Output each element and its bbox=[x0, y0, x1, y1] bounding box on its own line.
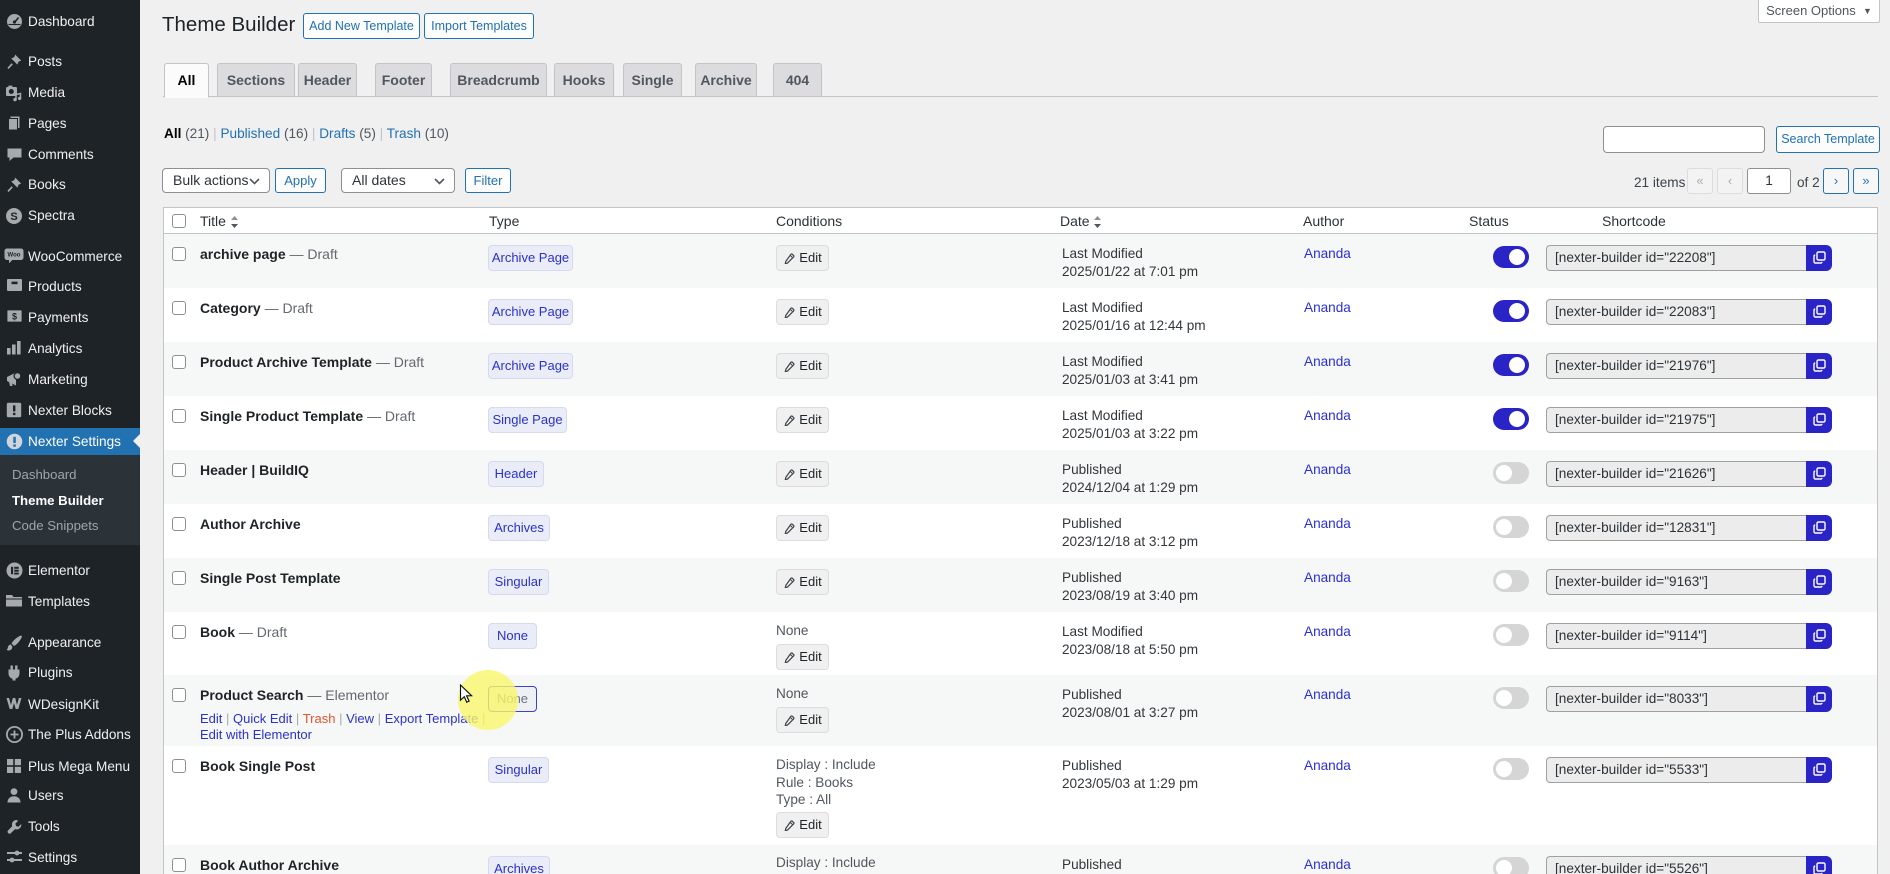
svg-text:S: S bbox=[10, 211, 17, 223]
svg-text:Woo: Woo bbox=[8, 253, 21, 259]
svg-text:$: $ bbox=[11, 312, 16, 322]
